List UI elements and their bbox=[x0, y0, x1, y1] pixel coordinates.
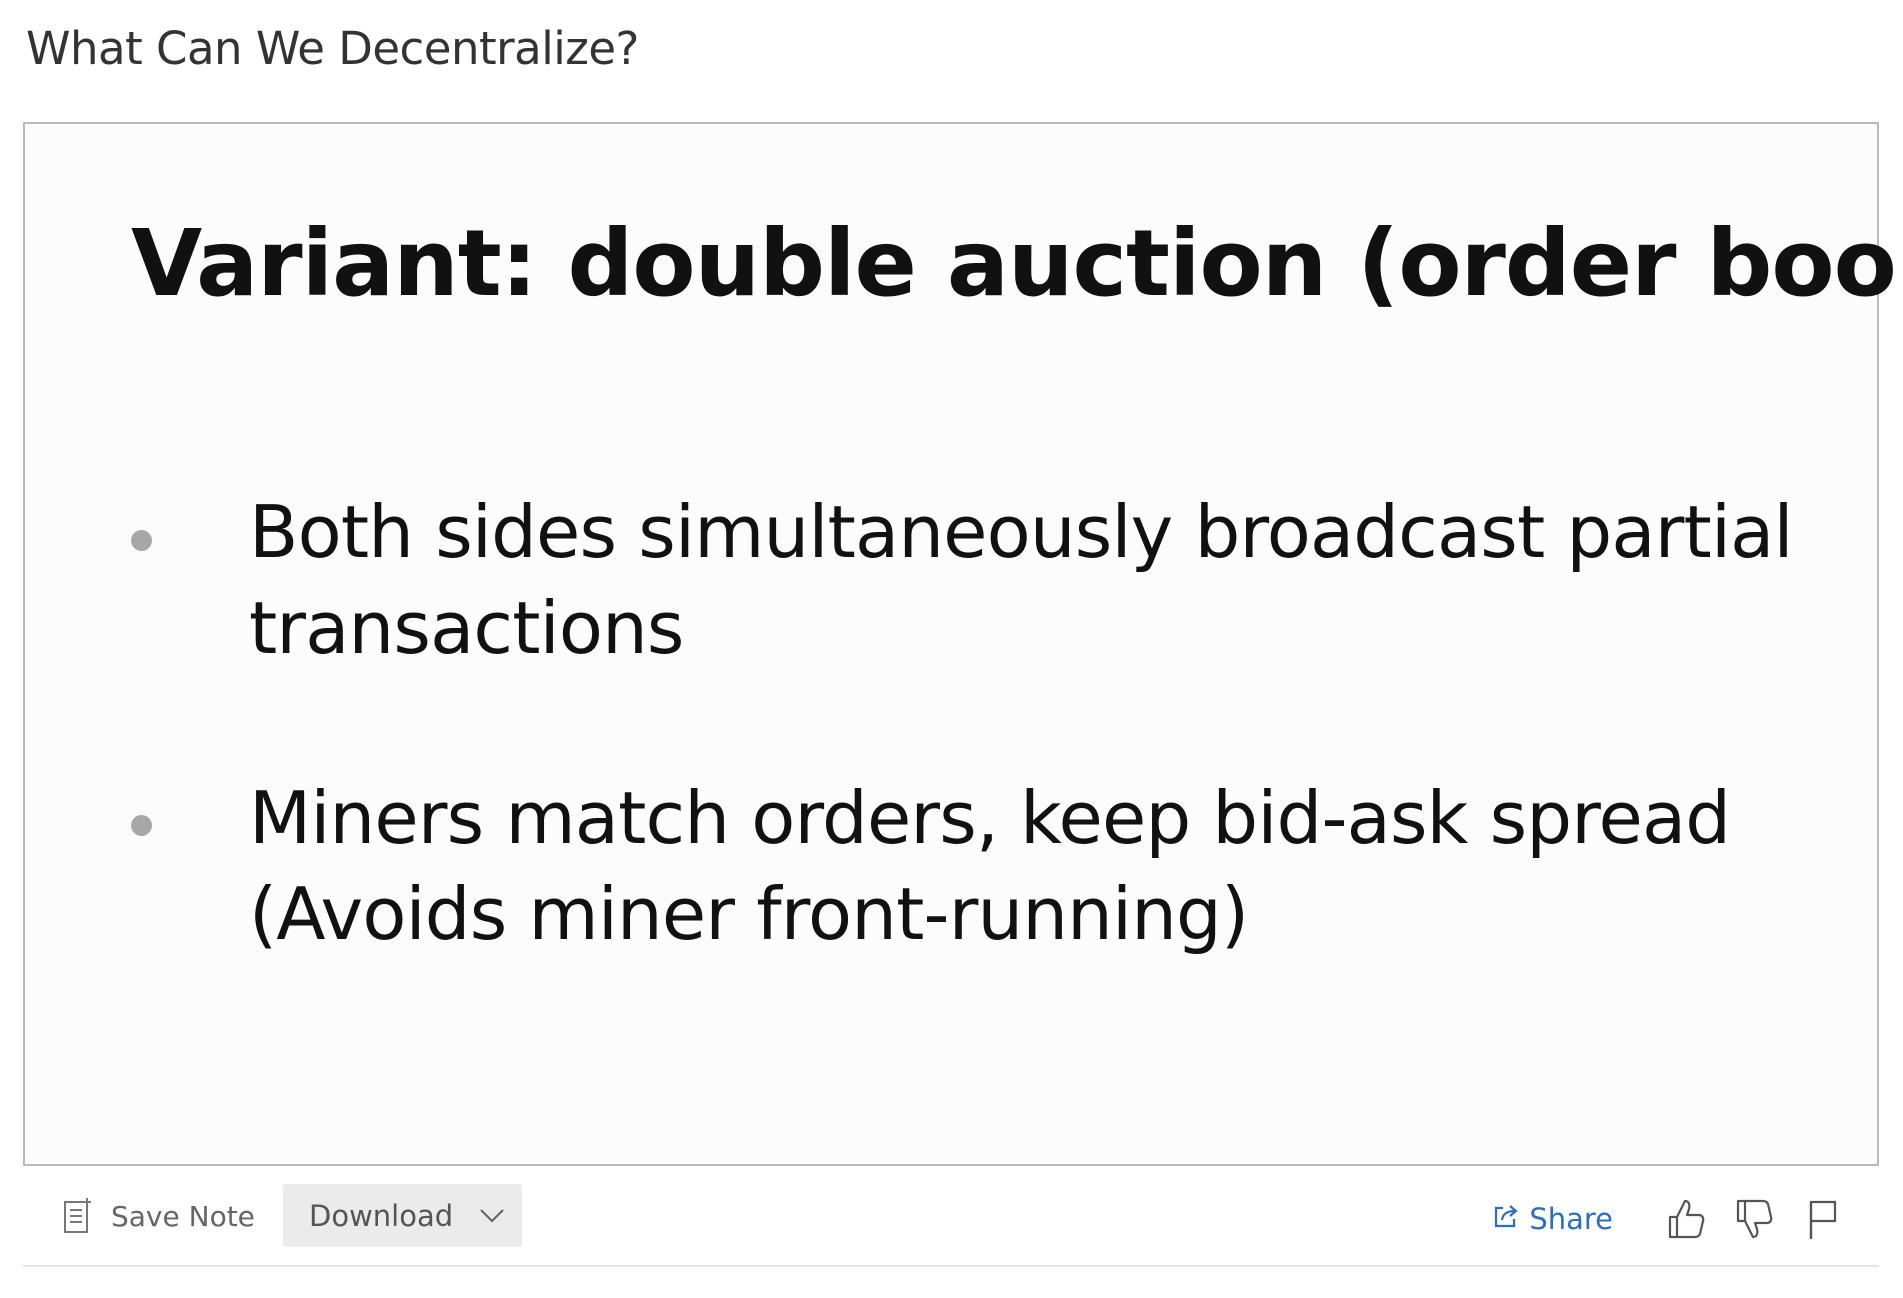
slide-heading: Variant: double auction (order book) bbox=[131, 210, 1903, 317]
bullet-dot-icon bbox=[131, 815, 152, 836]
save-note-label: Save Note bbox=[111, 1199, 255, 1233]
slide-toolbar: Save Note Download Share bbox=[23, 1168, 1879, 1264]
save-note-button[interactable]: Save Note bbox=[63, 1194, 255, 1238]
divider bbox=[23, 1265, 1879, 1267]
bullet-dot-icon bbox=[131, 530, 152, 551]
slide-bullet-text: Miners match orders, keep bid-ask spread… bbox=[249, 776, 1731, 956]
share-icon bbox=[1493, 1202, 1519, 1236]
feedback-actions: Share bbox=[1493, 1194, 1845, 1244]
flag-icon[interactable] bbox=[1799, 1196, 1845, 1242]
slide-bullet-text: Both sides simultaneously broadcast part… bbox=[249, 490, 1794, 670]
note-icon bbox=[63, 1198, 91, 1234]
thumbs-down-icon[interactable] bbox=[1731, 1196, 1777, 1242]
page-title: What Can We Decentralize? bbox=[26, 22, 639, 75]
download-label: Download bbox=[309, 1198, 454, 1233]
share-button[interactable]: Share bbox=[1493, 1202, 1613, 1236]
slide-viewer: Variant: double auction (order book) Bot… bbox=[23, 122, 1903, 1166]
thumbs-up-icon[interactable] bbox=[1663, 1196, 1709, 1242]
chevron-down-icon[interactable] bbox=[478, 1204, 506, 1230]
download-button[interactable]: Download bbox=[283, 1184, 522, 1247]
share-label: Share bbox=[1529, 1202, 1613, 1236]
